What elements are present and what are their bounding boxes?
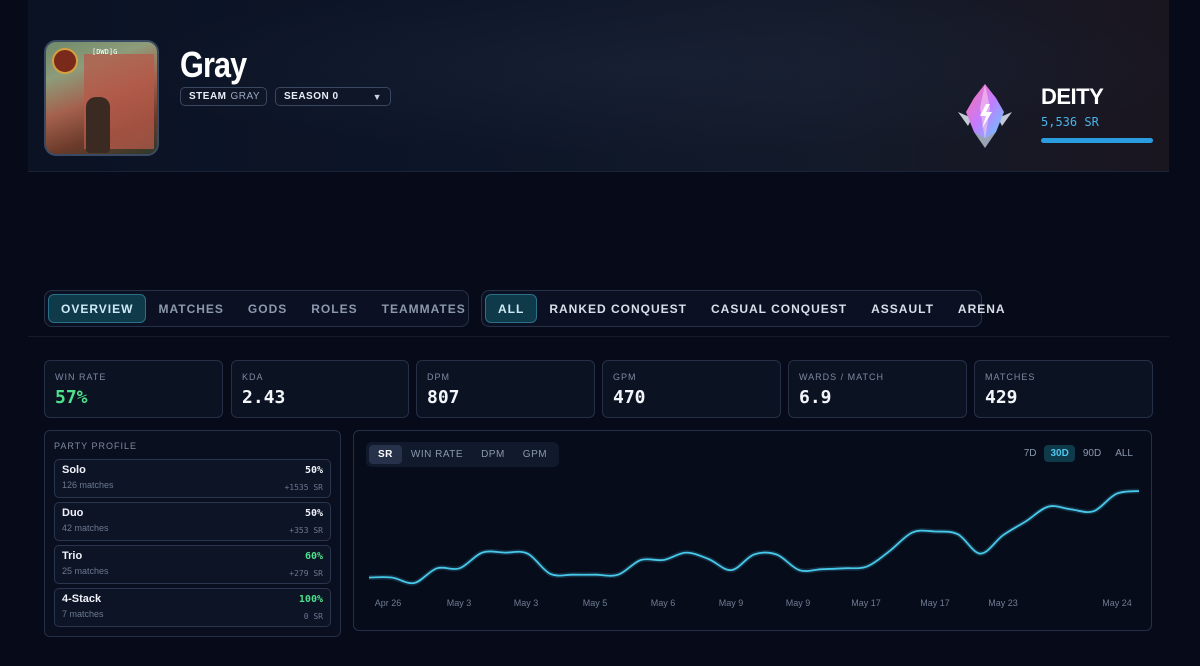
platform-label: STEAM	[189, 91, 227, 102]
stat-value: 57%	[55, 387, 88, 408]
stat-value: 470	[613, 387, 646, 408]
party-size: 4-Stack	[62, 593, 102, 605]
x-tick-label: May 5	[583, 598, 608, 608]
history-chart-card: SR WIN RATE DPM GPM 7D 30D 90D ALL Apr 2…	[353, 430, 1152, 631]
stat-label: WIN RATE	[55, 372, 107, 382]
x-tick-label: May 24	[1102, 598, 1132, 608]
party-matches: 25 matches	[62, 566, 109, 576]
tab-teammates[interactable]: TEAMMATES	[370, 294, 478, 323]
party-sr: 0 SR	[303, 612, 323, 621]
tab-mode-arena[interactable]: ARENA	[946, 294, 1018, 323]
x-tick-label: May 3	[514, 598, 539, 608]
party-row-trio: Trio 25 matches 60% +279 SR	[54, 545, 331, 584]
sr-line-chart: Apr 26 May 3 May 3 May 5 May 6 May 9 May 9 May …	[368, 488, 1140, 608]
party-win-rate: 50%	[304, 508, 323, 519]
x-tick-label: May 6	[651, 598, 676, 608]
section-divider	[28, 336, 1169, 337]
stat-label: MATCHES	[985, 372, 1036, 382]
stat-value: 6.9	[799, 387, 832, 408]
rank-sr: 5,536 SR	[1041, 115, 1099, 129]
tab-mode-ranked-conquest[interactable]: RANKED CONQUEST	[537, 294, 699, 323]
party-sr: +1535 SR	[284, 483, 323, 492]
rank-tier: DEITY	[1041, 84, 1104, 109]
avatar-tag: [DWD]G	[92, 48, 118, 56]
platform-badge: STEAM GRAY	[180, 87, 267, 106]
stat-value: 429	[985, 387, 1018, 408]
stat-card-kda: KDA 2.43	[231, 360, 409, 418]
party-row-4-stack: 4-Stack 7 matches 100% 0 SR	[54, 588, 331, 627]
x-tick-label: May 23	[988, 598, 1018, 608]
tab-matches[interactable]: MATCHES	[146, 294, 235, 323]
stat-card-wards-per-match: WARDS / MATCH 6.9	[788, 360, 967, 418]
avatar-figure	[86, 97, 110, 153]
party-win-rate: 60%	[304, 551, 323, 562]
tab-mode-casual-conquest[interactable]: CASUAL CONQUEST	[699, 294, 859, 323]
tab-mode-all[interactable]: ALL	[485, 294, 538, 323]
party-sr: +353 SR	[289, 526, 323, 535]
party-size: Duo	[62, 507, 84, 519]
party-size: Trio	[62, 550, 83, 562]
platform-handle: GRAY	[230, 91, 261, 102]
x-tick-label: May 17	[851, 598, 881, 608]
x-tick-label: Apr 26	[375, 598, 402, 608]
sr-series-line	[368, 490, 1140, 585]
stat-value: 807	[427, 387, 460, 408]
season-select[interactable]: SEASON 0 ▼	[275, 87, 391, 106]
main-tabs: OVERVIEW MATCHES GODS ROLES TEAMMATES	[44, 290, 469, 327]
mode-tabs: ALL RANKED CONQUEST CASUAL CONQUEST ASSA…	[481, 290, 1005, 327]
stat-label: KDA	[242, 372, 264, 382]
party-matches: 42 matches	[62, 523, 109, 533]
party-row-duo: Duo 42 matches 50% +353 SR	[54, 502, 331, 541]
party-size: Solo	[62, 464, 86, 476]
avatar-emblem-icon	[52, 48, 78, 74]
x-tick-label: May 9	[719, 598, 744, 608]
party-win-rate: 100%	[298, 594, 323, 605]
rank-progress-bar	[1041, 138, 1153, 143]
chevron-down-icon: ▼	[372, 91, 382, 102]
stat-card-gpm: GPM 470	[602, 360, 781, 418]
stat-label: GPM	[613, 372, 637, 382]
party-matches: 7 matches	[62, 609, 104, 619]
season-label: SEASON 0	[284, 91, 339, 102]
rank-emblem-icon	[958, 84, 1012, 148]
stat-card-dpm: DPM 807	[416, 360, 595, 418]
party-profile-panel: PARTY PROFILE Solo 126 matches 50% +1535…	[44, 430, 341, 637]
stat-label: DPM	[427, 372, 450, 382]
rank-progress-fill	[1041, 138, 1153, 143]
party-row-solo: Solo 126 matches 50% +1535 SR	[54, 459, 331, 498]
party-sr: +279 SR	[289, 569, 323, 578]
stat-value: 2.43	[242, 387, 286, 408]
x-tick-label: May 3	[447, 598, 472, 608]
avatar: [DWD]G	[44, 40, 159, 156]
party-win-rate: 50%	[304, 465, 323, 476]
x-tick-label: May 17	[920, 598, 950, 608]
sr-line-glow	[368, 488, 1140, 586]
tab-overview[interactable]: OVERVIEW	[48, 294, 147, 323]
stat-label: WARDS / MATCH	[799, 372, 884, 382]
tab-roles[interactable]: ROLES	[299, 294, 369, 323]
party-profile-title: PARTY PROFILE	[54, 441, 138, 451]
stat-card-win-rate: WIN RATE 57%	[44, 360, 223, 418]
tab-gods[interactable]: GODS	[236, 294, 299, 323]
tab-mode-assault[interactable]: ASSAULT	[859, 294, 946, 323]
x-tick-label: May 9	[786, 598, 811, 608]
player-name: Gray	[180, 44, 247, 85]
stat-card-matches: MATCHES 429	[974, 360, 1153, 418]
